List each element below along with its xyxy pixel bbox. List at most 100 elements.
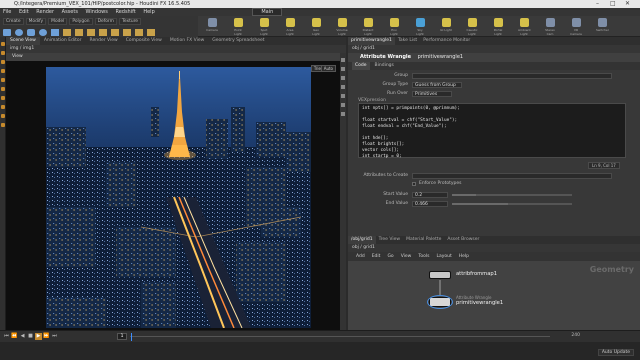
minimize-button[interactable]: – [596, 0, 599, 8]
scale-tool-icon[interactable] [1, 69, 5, 73]
path-tool-icon[interactable] [123, 29, 131, 36]
jump-end-button[interactable]: ⏭ [51, 333, 58, 340]
circle-tool-icon[interactable] [87, 29, 95, 36]
current-frame-field[interactable]: 1 [117, 333, 127, 340]
shelf-tool-switcher[interactable]: Switcher [596, 17, 609, 32]
background-icon[interactable] [341, 103, 345, 107]
pin-tool-icon[interactable] [1, 114, 5, 118]
shelf-tool-caustic-light[interactable]: Caustic Light [466, 17, 478, 36]
tab-code[interactable]: Code [352, 62, 370, 70]
network-editor[interactable]: Geometry attribfrommap1 Attribute Wrangl… [348, 261, 640, 330]
end-frame-field[interactable]: 240 [571, 333, 580, 338]
menu-edit[interactable]: Edit [19, 9, 29, 15]
network-menu-go[interactable]: Go [387, 254, 393, 259]
paint-tool-icon[interactable] [1, 123, 5, 127]
shading-mode-icon[interactable] [341, 67, 345, 71]
box-tool-icon[interactable] [3, 29, 11, 36]
move-tool-icon[interactable] [1, 51, 5, 55]
torus-tool-icon[interactable] [39, 29, 47, 36]
attrs-create-field[interactable] [412, 173, 612, 179]
tab-primitivewrangle1[interactable]: primitivewrangle1 [348, 37, 395, 45]
network-path[interactable]: obj / grid1 [352, 245, 375, 250]
shelf-tool-spot-light[interactable]: Spot Light [258, 17, 270, 36]
shelf-tool-point-light[interactable]: Point Light [232, 17, 244, 36]
sphere-tool-icon[interactable] [15, 29, 23, 36]
shelf-tab-create[interactable]: Create [3, 18, 24, 25]
step-back-button[interactable]: ⏪ [11, 333, 18, 340]
view-tool-icon[interactable] [1, 96, 5, 100]
shelf-tool-ambient-light[interactable]: Ambient Light [518, 17, 531, 36]
close-button[interactable]: ✕ [625, 0, 630, 8]
menu-help[interactable]: Help [143, 9, 154, 15]
tube-tool-icon[interactable] [27, 29, 35, 36]
shelf-tool-geo-light[interactable]: Geo Light [310, 17, 322, 36]
snap-tool-icon[interactable] [1, 105, 5, 109]
play-button[interactable]: ▶ [35, 333, 42, 340]
tab-take-list[interactable]: Take List [395, 37, 420, 45]
node-body[interactable] [429, 271, 451, 279]
shelf-tool-env-light[interactable]: Env Light [388, 17, 400, 36]
shelf-tool-portal-light[interactable]: Portal Light [492, 17, 504, 36]
null-tool-icon[interactable] [63, 29, 71, 36]
shelf-tab-model[interactable]: Model [48, 18, 68, 25]
jump-start-button[interactable]: ⏮ [3, 333, 10, 340]
shelf-tool-camera[interactable]: Camera [206, 17, 218, 32]
maximize-button[interactable]: □ [610, 0, 616, 8]
viewport-path[interactable]: img / img1 [10, 46, 34, 51]
shelf-tab-texture[interactable]: Texture [118, 18, 142, 25]
end-value-slider[interactable] [452, 203, 572, 205]
shelf-tab-deform[interactable]: Deform [94, 18, 117, 25]
wireframe-icon[interactable] [341, 76, 345, 80]
network-menu-edit[interactable]: Edit [372, 254, 381, 259]
select-tool-icon[interactable] [1, 42, 5, 46]
tab-render-view[interactable]: Render View [86, 37, 122, 45]
menu-assets[interactable]: Assets [62, 9, 78, 15]
tab-network-obj[interactable]: /obj/grid1 [348, 236, 376, 244]
tab-tree-view[interactable]: Tree View [376, 236, 404, 244]
desktop-selector[interactable]: Main [252, 8, 283, 16]
grid-tool-icon[interactable] [51, 29, 59, 36]
group-field[interactable] [412, 73, 612, 79]
enforce-checkbox[interactable] [412, 182, 416, 186]
shelf-tool-area-light[interactable]: Area Light [284, 17, 296, 36]
shelf-tool-vr-camera[interactable]: VR Camera [570, 17, 582, 36]
curve-tool-icon[interactable] [99, 29, 107, 36]
shelf-tab-modify[interactable]: Modify [25, 18, 47, 25]
grid-display-icon[interactable] [341, 85, 345, 89]
auto-update-toggle[interactable]: Auto Update [597, 349, 634, 356]
viewport[interactable]: Trie Auto [6, 61, 340, 330]
tab-bindings[interactable]: Bindings [372, 62, 397, 70]
start-value-slider[interactable] [452, 194, 572, 196]
network-menu-help[interactable]: Help [459, 254, 469, 259]
tab-material-palette[interactable]: Material Palette [403, 236, 444, 244]
vex-code-editor[interactable]: int npts[] = primpoints(0, @primnum); fl… [358, 103, 626, 159]
play-reverse-button[interactable]: ◀ [19, 333, 26, 340]
spray-paint-tool-icon[interactable] [135, 29, 143, 36]
timeline-ruler[interactable] [130, 336, 550, 337]
tab-scene-view[interactable]: Scene View [6, 37, 40, 45]
tab-performance-monitor[interactable]: Performance Monitor [420, 37, 473, 45]
end-value-field[interactable]: 0.466 [412, 201, 448, 207]
lighting-icon[interactable] [341, 94, 345, 98]
line-tool-icon[interactable] [75, 29, 83, 36]
network-menu-view[interactable]: View [401, 254, 412, 259]
display-option-icon[interactable] [341, 58, 345, 62]
menu-redshift[interactable]: Redshift [115, 9, 135, 15]
shelf-tool-gi-light[interactable]: GI Light [440, 17, 452, 32]
tab-composite-view[interactable]: Composite View [122, 37, 166, 45]
pose-tool-icon[interactable] [1, 87, 5, 91]
menu-windows[interactable]: Windows [86, 9, 108, 15]
playhead[interactable] [131, 333, 132, 341]
camera-view-icon[interactable] [341, 112, 345, 116]
network-menu-tools[interactable]: Tools [418, 254, 429, 259]
tab-motion-fx-view[interactable]: Motion FX View [166, 37, 208, 45]
step-forward-button[interactable]: ⏩ [43, 333, 50, 340]
shelf-tool-distant-light[interactable]: Distant Light [362, 17, 374, 36]
font-tool-icon[interactable] [147, 29, 155, 36]
stop-button[interactable]: ■ [27, 333, 34, 340]
start-value-field[interactable]: 0.2 [412, 192, 448, 198]
tab-animation-editor[interactable]: Animation Editor [40, 37, 86, 45]
menu-render[interactable]: Render [36, 9, 54, 15]
rotate-tool-icon[interactable] [1, 60, 5, 64]
shelf-tool-stereo-cam[interactable]: Stereo Cam [544, 17, 556, 36]
